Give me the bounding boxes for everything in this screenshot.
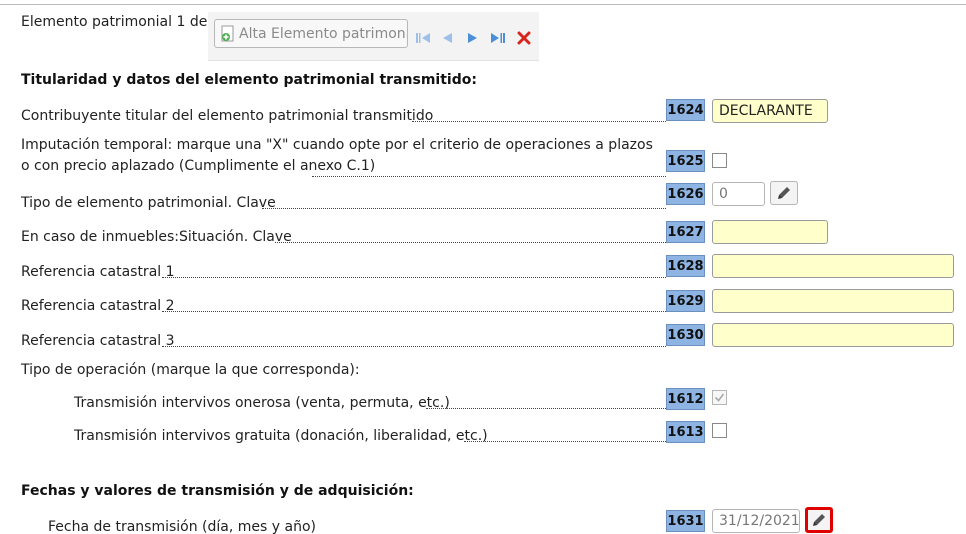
tipo-operacion-label: Tipo de operación (marque la que corresp…: [21, 362, 360, 378]
onerosa-label: Transmisión intervivos onerosa (venta, p…: [74, 395, 450, 411]
previous-record-icon: [443, 33, 452, 43]
leader-dots: [464, 441, 666, 442]
box-number-1630: 1630: [666, 324, 705, 346]
gratuita-label: Transmisión intervivos gratuita (donació…: [74, 428, 488, 444]
ref-catastral-1-label: Referencia catastral 1: [21, 264, 175, 280]
fecha-transmision-label: Fecha de transmisión (día, mes y año): [48, 519, 316, 534]
pencil-icon: [778, 187, 790, 199]
contribuyente-field[interactable]: DECLARANTE: [712, 99, 828, 123]
first-record-icon: [416, 33, 430, 43]
last-record-icon: [491, 33, 505, 43]
leader-dots: [312, 176, 666, 177]
tipo-elemento-field[interactable]: 0: [712, 182, 765, 206]
checkmark-icon: [714, 393, 725, 402]
leader-dots: [412, 121, 666, 122]
gratuita-checkbox[interactable]: [712, 423, 727, 438]
box-number-1629: 1629: [666, 290, 705, 312]
pencil-icon: [813, 514, 825, 526]
ref-catastral-2-field[interactable]: [712, 289, 954, 313]
box-number-1624: 1624: [666, 99, 705, 121]
leader-dots: [162, 311, 666, 312]
box-number-1626: 1626: [666, 183, 705, 205]
next-record-button[interactable]: [464, 29, 482, 47]
imputacion-checkbox[interactable]: [712, 153, 727, 168]
delete-icon: [517, 31, 531, 45]
add-element-label: Alta Elemento patrimonial: [239, 25, 408, 42]
contribuyente-label: Contribuyente titular del elemento patri…: [21, 108, 434, 124]
situacion-clave-field[interactable]: [712, 220, 828, 244]
tipo-elemento-label: Tipo de elemento patrimonial. Clave: [21, 195, 276, 211]
add-element-button[interactable]: Alta Elemento patrimonial: [214, 19, 408, 48]
box-number-1628: 1628: [666, 255, 705, 277]
ref-catastral-3-field[interactable]: [712, 323, 954, 347]
last-record-button[interactable]: [489, 29, 507, 47]
delete-record-button[interactable]: [515, 29, 533, 47]
leader-dots: [426, 408, 666, 409]
box-number-1627: 1627: [666, 221, 705, 243]
ref-catastral-2-label: Referencia catastral 2: [21, 298, 175, 314]
leader-dots: [275, 242, 666, 243]
previous-record-button[interactable]: [438, 29, 456, 47]
tipo-elemento-edit-button[interactable]: [770, 181, 798, 205]
ref-catastral-3-label: Referencia catastral 3: [21, 333, 175, 349]
plus-icon: [221, 25, 234, 41]
record-toolbar: Alta Elemento patrimonial: [208, 12, 539, 61]
first-record-button[interactable]: [414, 29, 432, 47]
leader-dots: [162, 277, 666, 278]
inmuebles-label: En caso de inmuebles:Situación. Clave: [21, 227, 292, 248]
onerosa-checkbox[interactable]: [712, 390, 727, 405]
ref-catastral-1-field[interactable]: [712, 254, 954, 278]
imputacion-label: Imputación temporal: marque una "X" cuan…: [21, 137, 653, 174]
leader-dots: [162, 346, 666, 347]
inmuebles-prefix: En caso de inmuebles:: [21, 229, 179, 245]
fecha-transmision-edit-button[interactable]: [805, 507, 833, 533]
leader-dots: [262, 208, 666, 209]
box-number-1612: 1612: [666, 388, 705, 410]
section-title-titularidad: Titularidad y datos del elemento patrimo…: [21, 72, 477, 88]
section-title-fechas: Fechas y valores de transmisión y de adq…: [21, 483, 414, 499]
top-divider: [0, 4, 966, 5]
box-number-1613: 1613: [666, 421, 705, 443]
box-number-1631: 1631: [666, 510, 705, 532]
record-counter: Elemento patrimonial 1 de 2: [21, 14, 221, 30]
next-record-icon: [468, 33, 477, 43]
box-number-1625: 1625: [666, 150, 705, 172]
fecha-transmision-field[interactable]: 31/12/2021: [712, 509, 800, 533]
